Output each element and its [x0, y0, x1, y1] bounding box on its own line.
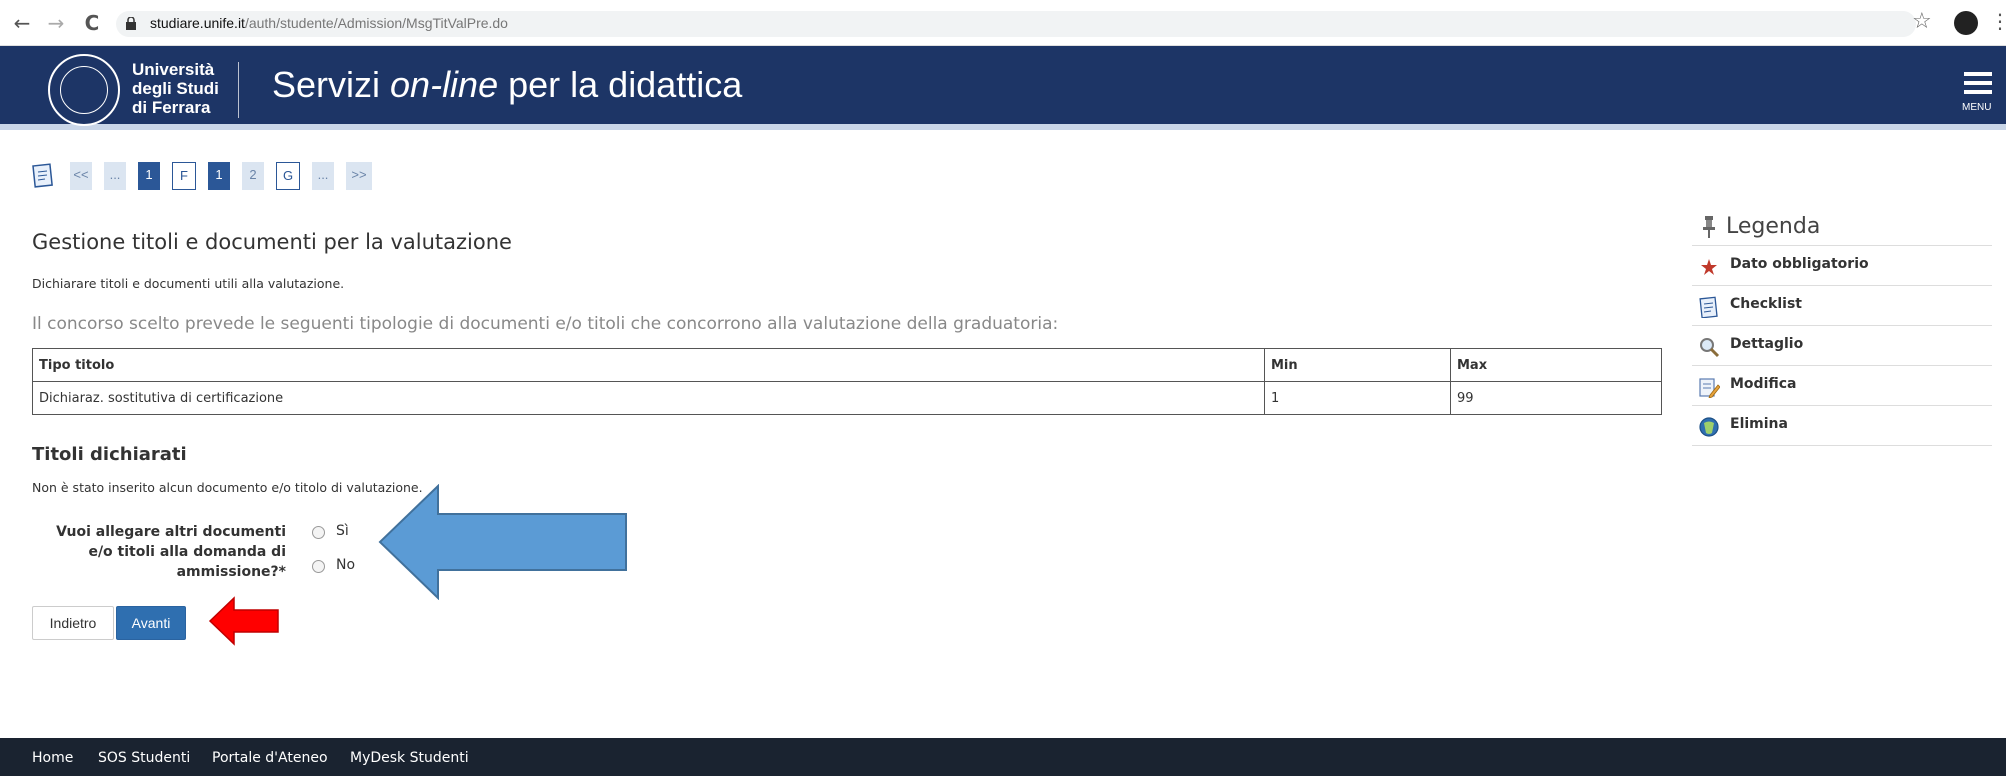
checklist-icon [1699, 296, 1718, 318]
url-path: /auth/studente/Admission/MsgTitValPre.do [244, 15, 508, 31]
hamburger-bar [1964, 72, 1992, 76]
step-f[interactable]: F [172, 162, 196, 190]
question-line2: e/o titoli alla domanda di [88, 544, 286, 560]
question-line1: Vuoi allegare altri documenti [56, 524, 286, 540]
column-header-tipo: Tipo titolo [32, 348, 1265, 382]
footer-link-home[interactable]: Home [32, 750, 73, 766]
reload-icon[interactable]: C [80, 10, 104, 36]
legend-item-edit: Modifica [1692, 366, 1992, 406]
intro-text: Dichiarare titoli e documenti utili alla… [32, 276, 345, 291]
step-2[interactable]: 2 [242, 162, 264, 190]
site-header: Università degli Studi di Ferrara Serviz… [0, 46, 2006, 130]
legend-item-detail: Dettaglio [1692, 326, 1992, 366]
service-title-italic: on-line [390, 64, 499, 105]
browser-menu-icon[interactable]: ⋮ [1990, 9, 2006, 33]
hamburger-bar [1964, 90, 1992, 94]
delete-icon [1699, 417, 1719, 437]
step-1[interactable]: 1 [138, 162, 160, 190]
magnifier-icon [1700, 338, 1720, 358]
declared-section-title: Titoli dichiarati [32, 444, 187, 465]
cell-min: 1 [1264, 381, 1451, 415]
cell-tipo: Dichiaraz. sostitutiva di certificazione [32, 381, 1265, 415]
url-text: studiare.unife.it/auth/studente/Admissio… [150, 15, 508, 31]
back-arrow-icon[interactable]: ← [10, 10, 34, 36]
legend-label-edit: Modifica [1730, 376, 1797, 392]
legend-label-required: Dato obbligatorio [1730, 256, 1869, 272]
legend-item-checklist: Checklist [1692, 286, 1992, 326]
step-ellipsis-right[interactable]: ... [312, 162, 334, 190]
service-title: Servizi on-line per la didattica [272, 64, 742, 106]
university-name-line3: di Ferrara [132, 98, 211, 117]
profile-avatar[interactable] [1954, 11, 1978, 35]
footer-link-sos[interactable]: SOS Studenti [98, 750, 190, 766]
university-seal-logo[interactable] [48, 54, 120, 126]
legend-item-required: Dato obbligatorio [1692, 246, 1992, 286]
step-ellipsis-left[interactable]: ... [104, 162, 126, 190]
legend-title: Legenda [1726, 214, 1821, 239]
legend-item-delete: Elimina [1692, 406, 1992, 446]
footer-link-portal[interactable]: Portale d'Ateneo [212, 750, 328, 766]
footer-link-mydesk[interactable]: MyDesk Studenti [350, 750, 469, 766]
pushpin-icon [1703, 216, 1715, 238]
step-first[interactable]: << [70, 162, 92, 190]
question-line3: ammissione?* [176, 564, 286, 580]
service-title-start: Servizi [272, 64, 391, 105]
bookmark-star-icon[interactable]: ☆ [1912, 9, 1932, 34]
step-1-current[interactable]: 1 [208, 162, 230, 190]
university-name[interactable]: Università degli Studi di Ferrara [132, 60, 219, 117]
radio-yes[interactable] [312, 526, 325, 539]
service-title-end: per la didattica [498, 64, 743, 105]
concorso-description: Il concorso scelto prevede le seguenti t… [32, 314, 1059, 334]
blue-arrow-annotation [378, 484, 627, 600]
seal-inner-ring [60, 66, 108, 114]
menu-label: MENU [1962, 102, 1992, 113]
column-header-max: Max [1450, 348, 1662, 382]
next-button[interactable]: Avanti [116, 606, 186, 640]
cell-max: 99 [1450, 381, 1662, 415]
address-bar[interactable]: studiare.unife.it/auth/studente/Admissio… [116, 11, 1916, 37]
forward-arrow-icon[interactable]: → [44, 10, 68, 36]
required-star-icon [1701, 259, 1717, 275]
lock-icon [126, 17, 136, 30]
university-name-line1: Università [132, 60, 215, 79]
declared-empty-message: Non è stato inserito alcun documento e/o… [32, 480, 423, 495]
legend-label-checklist: Checklist [1730, 296, 1802, 312]
table-header-row: Tipo titolo Min Max [32, 348, 1662, 382]
edit-icon [1699, 378, 1720, 398]
legend-label-delete: Elimina [1730, 416, 1788, 432]
column-header-min: Min [1264, 348, 1451, 382]
checklist-icon[interactable] [32, 162, 54, 188]
radio-no[interactable] [312, 560, 325, 573]
step-last[interactable]: >> [346, 162, 372, 190]
url-host: studiare.unife.it [150, 15, 245, 31]
footer: Home SOS Studenti Portale d'Ateneo MyDes… [0, 738, 2006, 776]
university-name-line2: degli Studi [132, 79, 219, 98]
step-g[interactable]: G [276, 162, 300, 190]
header-divider [238, 62, 239, 118]
radio-yes-label[interactable]: Sì [336, 523, 349, 539]
titles-table: Tipo titolo Min Max Dichiaraz. sostituti… [32, 348, 1662, 415]
red-arrow-annotation [208, 596, 279, 646]
browser-toolbar: ← → C studiare.unife.it/auth/studente/Ad… [0, 0, 2006, 46]
legend-label-detail: Dettaglio [1730, 336, 1804, 352]
radio-no-label[interactable]: No [336, 557, 355, 573]
attach-question-label: Vuoi allegare altri documenti e/o titoli… [32, 522, 286, 582]
hamburger-bar [1964, 81, 1992, 85]
back-button[interactable]: Indietro [32, 606, 114, 640]
page-title: Gestione titoli e documenti per la valut… [32, 230, 512, 254]
legend-header: Legenda [1692, 212, 1992, 246]
menu-button[interactable]: MENU [1962, 68, 1996, 114]
table-row: Dichiaraz. sostitutiva di certificazione… [32, 381, 1662, 415]
